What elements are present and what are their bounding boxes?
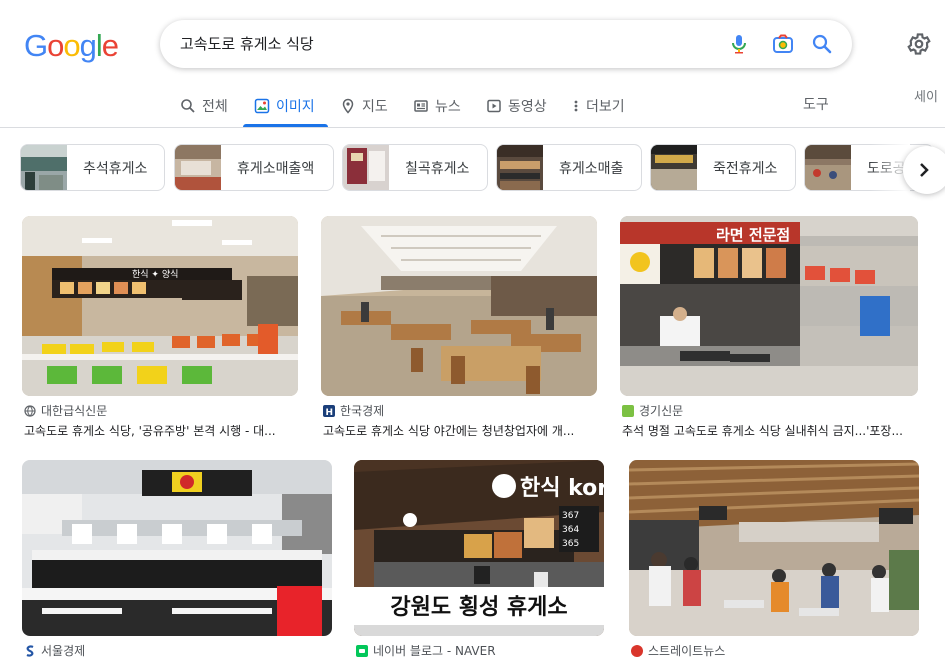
result-image[interactable] — [629, 460, 919, 636]
tab-images[interactable]: 이미지 — [243, 84, 328, 127]
hankyung-favicon-icon: H — [323, 404, 335, 417]
chip-label: 죽전휴게소 — [713, 160, 778, 177]
chip-thumbnail — [343, 145, 389, 190]
source-name: 한국경제 — [340, 404, 385, 418]
chips-next-button[interactable] — [903, 146, 945, 194]
result-source[interactable]: 네이버 블로그 - NAVER — [356, 642, 496, 659]
search-box[interactable]: 고속도로 휴게소 식당 — [160, 20, 852, 68]
related-search-chip[interactable]: 죽전휴게소 — [650, 144, 796, 191]
source-name: 경기신문 — [639, 404, 684, 418]
tab-label: 뉴스 — [435, 98, 461, 115]
result-source[interactable]: 경기신문 — [622, 402, 683, 419]
search-tabs: 전체 이미지 지도 뉴스 동영상 더보기 도구 — [0, 84, 945, 128]
result-source[interactable]: 스트레이트뉴스 — [631, 642, 725, 659]
result-image[interactable]: 라면 전문점 — [620, 216, 918, 396]
chip-label: 칠곡휴게소 — [405, 160, 470, 177]
chip-thumbnail — [21, 145, 67, 190]
result-image[interactable] — [321, 216, 597, 396]
gyeonggi-favicon-icon — [622, 404, 634, 417]
tab-more[interactable]: 더보기 — [572, 84, 625, 127]
image-icon — [254, 98, 270, 114]
video-icon — [486, 98, 502, 114]
restaurant-sign: 한식 ✦ 양식 — [132, 269, 178, 280]
source-name: 대한급식신문 — [41, 404, 108, 418]
restaurant-sign: 라면 전문점 — [716, 226, 790, 244]
result-image[interactable]: 한식 ✦ 양식 — [22, 216, 298, 396]
tab-label: 동영상 — [508, 98, 547, 115]
menu-price: 365 — [562, 539, 579, 549]
more-vert-icon — [572, 98, 580, 114]
restaurant-sign: 한식 korean food — [520, 476, 604, 501]
camera-lens-icon[interactable] — [771, 32, 795, 56]
logo-letter: o — [47, 28, 64, 63]
result-image[interactable] — [22, 460, 332, 636]
related-search-chip[interactable]: 휴게소매출액 — [174, 144, 334, 191]
image-result[interactable]: 서울경제 — [22, 460, 332, 664]
result-source[interactable]: H 한국경제 — [323, 402, 384, 419]
related-search-chip[interactable]: 칠곡휴게소 — [342, 144, 488, 191]
tools-button[interactable]: 도구 — [803, 84, 829, 127]
logo-letter: e — [101, 28, 119, 63]
tab-label: 지도 — [362, 98, 388, 115]
google-logo[interactable]: Google — [24, 28, 119, 64]
news-icon — [413, 98, 429, 114]
result-title[interactable]: 추석 명절 고속도로 휴게소 식당 실내취식 금지...'포장... — [622, 422, 918, 439]
globe-icon — [24, 404, 36, 417]
menu-price: 367 — [562, 511, 579, 521]
microphone-icon[interactable] — [727, 32, 751, 56]
straight-news-favicon-icon — [631, 644, 643, 657]
chip-label: 휴게소매출 — [559, 160, 624, 177]
logo-letter: o — [63, 28, 80, 63]
tab-news[interactable]: 뉴스 — [413, 84, 461, 127]
tab-label: 전체 — [202, 98, 228, 115]
header-divider — [0, 127, 945, 128]
source-name: 스트레이트뉴스 — [648, 644, 726, 658]
tab-maps[interactable]: 지도 — [340, 84, 388, 127]
image-result[interactable]: 스트레이트뉴스 — [629, 460, 919, 664]
chip-thumbnail — [175, 145, 221, 190]
menu-price: 364 — [562, 525, 579, 535]
tab-all[interactable]: 전체 — [180, 84, 228, 127]
result-source[interactable]: 대한급식신문 — [24, 402, 107, 419]
related-search-chip[interactable]: 휴게소매출 — [496, 144, 642, 191]
image-result[interactable]: 한식 ✦ 양식 대한급식신문 고속도로 휴게소 식당, '공유주방' 본격 시행… — [22, 216, 298, 444]
logo-letter: g — [79, 28, 97, 63]
chip-thumbnail — [805, 145, 851, 190]
search-icon — [180, 98, 196, 114]
logo-letter: G — [24, 28, 48, 63]
tab-videos[interactable]: 동영상 — [486, 84, 547, 127]
source-name: 서울경제 — [41, 644, 86, 658]
tab-label: 이미지 — [276, 98, 315, 115]
image-result[interactable]: H 한국경제 고속도로 휴게소 식당 야간에는 청년창업자에 개... — [321, 216, 597, 444]
image-result[interactable]: 한식 korean food 367 364 365 강원도 횡성 휴게소 네이… — [354, 460, 606, 664]
svg-text:H: H — [326, 408, 334, 417]
map-pin-icon — [340, 98, 356, 114]
chip-thumbnail — [497, 145, 543, 190]
image-caption: 강원도 횡성 휴게소 — [390, 595, 567, 620]
related-search-chip[interactable]: 추석휴게소 — [20, 144, 165, 191]
search-input[interactable]: 고속도로 휴게소 식당 — [180, 20, 314, 68]
chevron-right-icon — [915, 161, 933, 179]
seoul-economy-favicon-icon — [24, 644, 36, 657]
chip-label: 휴게소매출액 — [237, 160, 315, 177]
chip-thumbnail — [651, 145, 697, 190]
tab-label: 더보기 — [586, 98, 625, 115]
naver-blog-favicon-icon — [356, 644, 368, 657]
search-icon[interactable] — [810, 32, 834, 56]
image-result[interactable]: 라면 전문점 경기신문 추석 명절 고속도로 휴게소 식당 실내취식 금지...… — [620, 216, 918, 444]
chip-label: 추석휴게소 — [83, 160, 148, 177]
result-title[interactable]: 고속도로 휴게소 식당, '공유주방' 본격 시행 - 대... — [24, 422, 296, 439]
settings-gear-icon[interactable] — [906, 31, 932, 57]
result-source[interactable]: 서울경제 — [24, 642, 85, 659]
result-title[interactable]: 고속도로 휴게소 식당 야간에는 청년창업자에 개... — [323, 422, 595, 439]
source-name: 네이버 블로그 - NAVER — [373, 644, 496, 658]
result-image[interactable]: 한식 korean food 367 364 365 강원도 횡성 휴게소 — [354, 460, 604, 636]
